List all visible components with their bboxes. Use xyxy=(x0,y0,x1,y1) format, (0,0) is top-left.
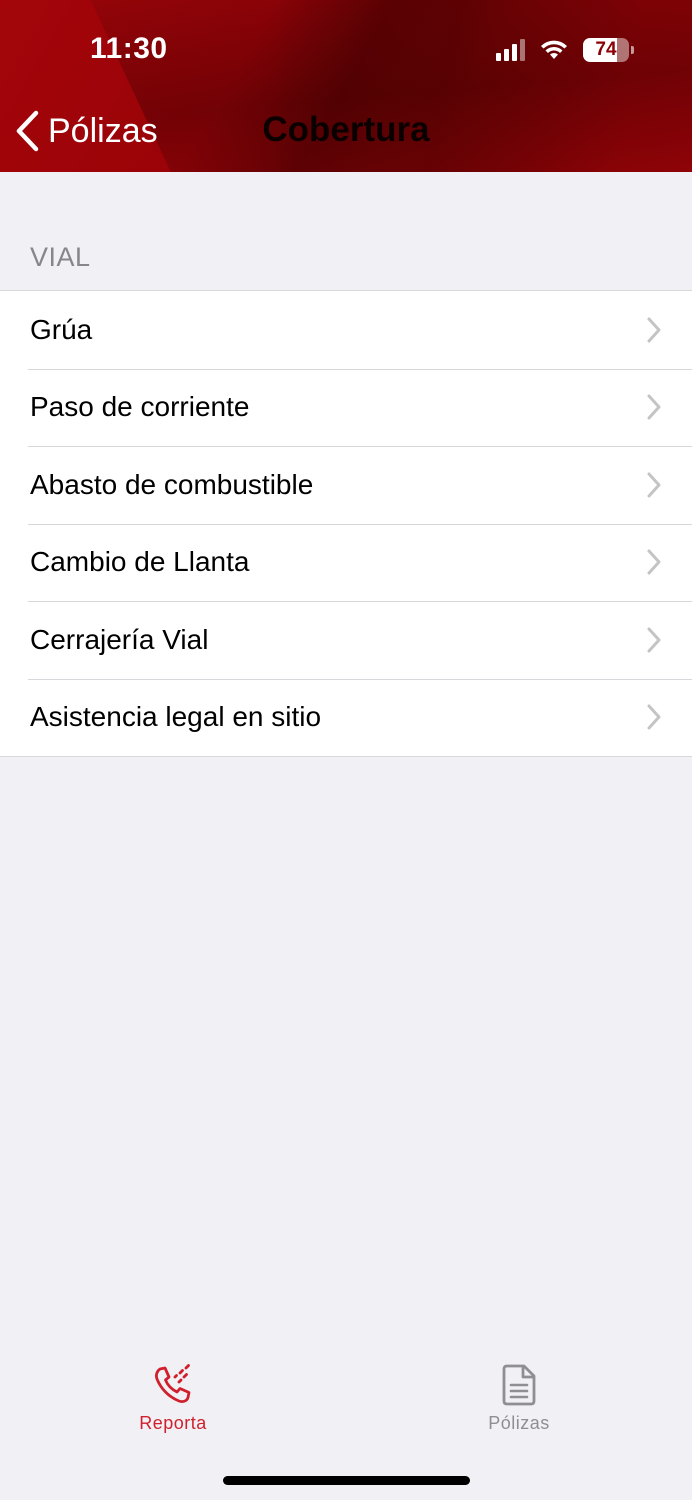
chevron-right-icon xyxy=(647,549,661,575)
list-item-asistencia-legal[interactable]: Asistencia legal en sitio xyxy=(0,678,692,757)
list-item-abasto-de-combustible[interactable]: Abasto de combustible xyxy=(0,446,692,524)
list-item-grua[interactable]: Grúa xyxy=(0,291,692,369)
list-item-cambio-de-llanta[interactable]: Cambio de Llanta xyxy=(0,523,692,602)
chevron-right-icon xyxy=(647,627,661,653)
page-title: Cobertura xyxy=(262,110,430,149)
chevron-right-icon xyxy=(647,704,661,730)
list-item-label: Cerrajería Vial xyxy=(30,623,209,655)
navigation-header: 11:30 74 Pólizas Cobertura xyxy=(0,0,692,172)
list-item-label: Abasto de combustible xyxy=(30,468,314,500)
battery-icon: 74 xyxy=(583,38,629,62)
tab-label: Pólizas xyxy=(488,1413,550,1433)
list-item-label: Cambio de Llanta xyxy=(30,546,250,578)
list-item-cerrajeria-vial[interactable]: Cerrajería Vial xyxy=(0,601,692,679)
list-item-label: Paso de corriente xyxy=(30,391,250,423)
coverage-list: Grúa Paso de corriente Abasto de combust… xyxy=(0,290,692,757)
document-icon xyxy=(502,1364,536,1406)
list-item-label: Grúa xyxy=(30,313,93,345)
tab-label: Reporta xyxy=(139,1413,207,1433)
status-time: 11:30 xyxy=(90,32,168,65)
battery-cap xyxy=(631,46,634,54)
status-icons: 74 xyxy=(496,38,634,62)
chevron-right-icon xyxy=(647,472,661,498)
phone-signal-icon xyxy=(155,1364,191,1403)
list-item-paso-de-corriente[interactable]: Paso de corriente xyxy=(0,368,692,447)
wifi-icon xyxy=(541,40,567,59)
chevron-right-icon xyxy=(647,394,661,420)
tab-polizas[interactable]: Pólizas xyxy=(439,1363,599,1434)
battery-percent: 74 xyxy=(595,39,617,60)
home-indicator xyxy=(223,1476,470,1485)
list-item-label: Asistencia legal en sitio xyxy=(30,701,322,733)
section-header: VIAL xyxy=(30,242,91,272)
cellular-signal-icon xyxy=(496,39,525,61)
tab-reporta[interactable]: Reporta xyxy=(93,1363,253,1434)
chevron-right-icon xyxy=(647,317,661,343)
